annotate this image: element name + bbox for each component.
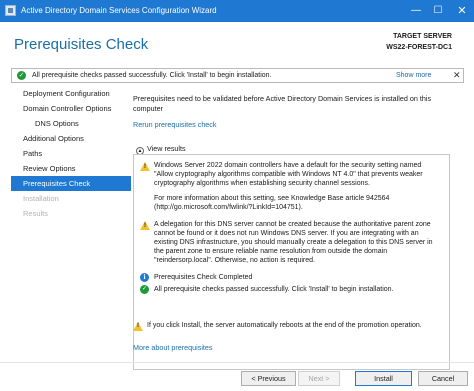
target-server-name: WS22-FOREST-DC1 [386,44,452,51]
window-title: Active Directory Domain Services Configu… [21,6,217,15]
minimize-button[interactable]: — [406,0,426,22]
warning-icon: ! [140,162,150,171]
app-icon [5,5,16,16]
cancel-button[interactable]: Cancel [418,371,468,386]
sidebar-item-review-options[interactable]: Review Options [11,161,131,176]
sidebar-item-domain-controller-options[interactable]: Domain Controller Options [11,101,131,116]
result-text: For more information about this setting,… [154,195,390,211]
warning-icon: ! [140,221,150,230]
next-button: Next > [298,371,340,386]
intro-text: Prerequisites need to be validated befor… [133,94,432,113]
footer-divider [0,362,474,363]
sidebar-item-additional-options[interactable]: Additional Options [11,131,131,146]
result-text: All prerequisite checks passed successfu… [154,286,394,293]
title-bar: Active Directory Domain Services Configu… [0,0,474,22]
notification-banner: ✓ All prerequisite checks passed success… [11,68,464,83]
info-icon: i [140,273,149,282]
banner-text: All prerequisite checks passed successfu… [32,72,272,79]
wizard-sidebar: Deployment Configuration Domain Controll… [11,86,131,221]
rerun-prerequisites-link[interactable]: Rerun prerequisites check [133,120,217,129]
target-server-caption: TARGET SERVER [393,33,452,40]
wizard-header: Prerequisites Check TARGET SERVER WS22-F… [0,22,474,64]
previous-button[interactable]: < Previous [241,371,296,386]
view-results-label: View results [147,144,186,153]
sidebar-item-deployment-configuration[interactable]: Deployment Configuration [11,86,131,101]
warning-icon: ! [133,322,143,331]
banner-close-icon[interactable]: ✕ [453,70,461,81]
show-more-link[interactable]: Show more [396,72,431,79]
install-button[interactable]: Install [355,371,412,386]
reboot-warning-text: If you click Install, the server automat… [147,322,422,329]
close-button[interactable]: ✕ [452,0,472,22]
page-title: Prerequisites Check [14,36,149,53]
sidebar-item-prerequisites-check[interactable]: Prerequisites Check [11,176,131,191]
sidebar-item-results: Results [23,209,49,218]
result-text: Windows Server 2022 domain controllers h… [154,162,423,187]
check-circle-icon: ✓ [140,285,149,294]
sidebar-item-installation: Installation [23,194,59,203]
result-text: Prerequisites Check Completed [154,274,253,281]
more-about-prerequisites-link[interactable]: More about prerequisites [133,343,213,352]
check-circle-icon: ✓ [17,71,26,80]
result-text: A delegation for this DNS server cannot … [154,221,433,264]
results-list[interactable]: ! Windows Server 2022 domain controllers… [133,154,450,370]
sidebar-item-dns-options[interactable]: DNS Options [11,116,131,131]
sidebar-item-paths[interactable]: Paths [11,146,131,161]
maximize-button[interactable]: ☐ [428,0,448,22]
